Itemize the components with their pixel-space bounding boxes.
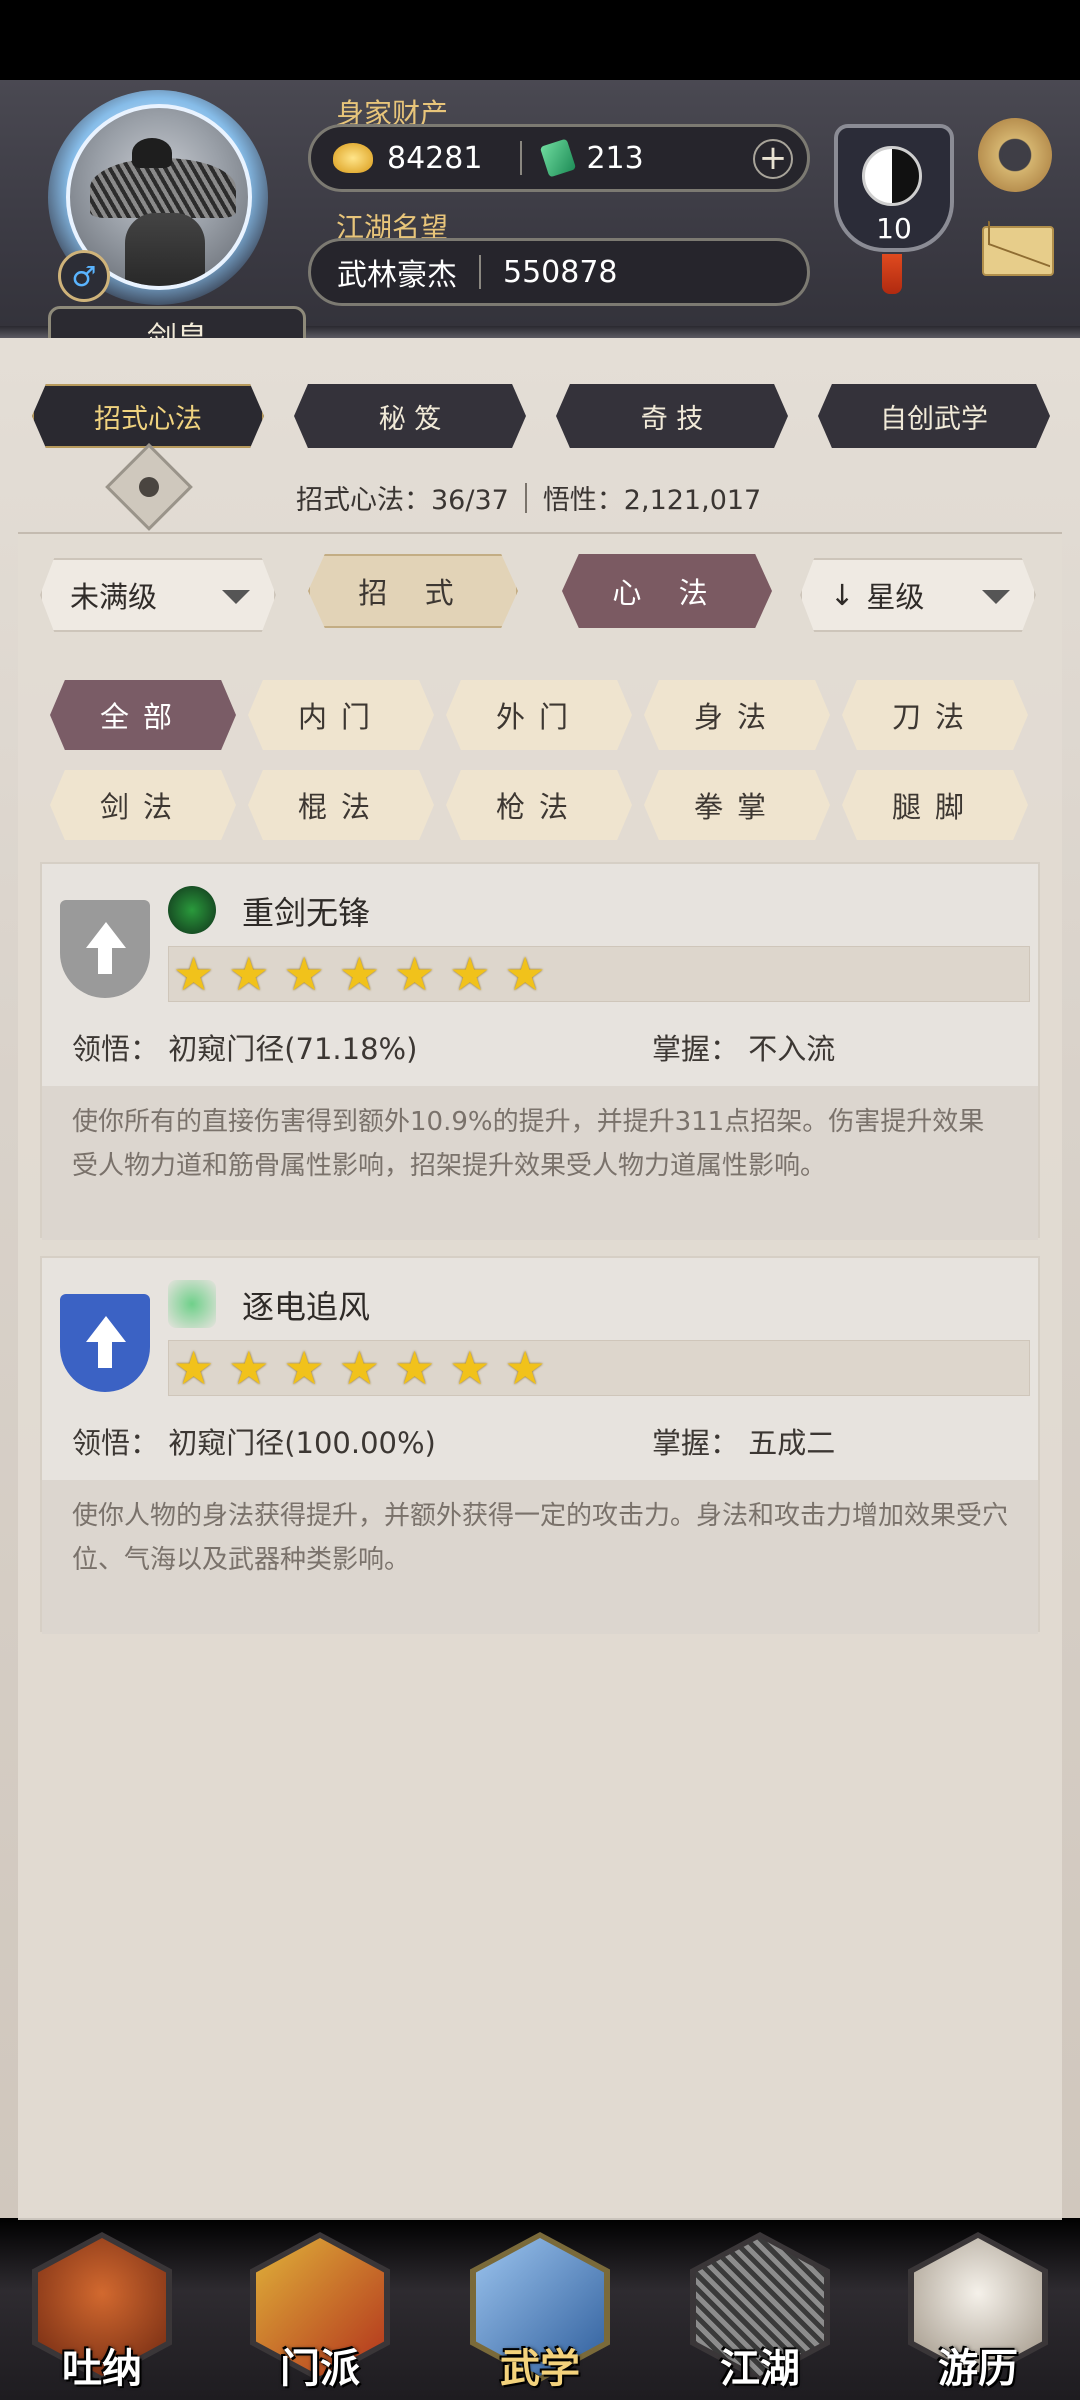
sort-value: 星级 [866, 580, 925, 614]
moves-count: 招式心法：36/37 [296, 485, 509, 516]
tab-secret-manuals[interactable]: 秘 笈 [294, 384, 526, 448]
level-filter-value: 未满级 [70, 580, 158, 614]
mastery: 掌握： 不入流 [652, 1032, 836, 1066]
jade-icon [540, 138, 577, 178]
nav-label: 吐纳 [62, 2346, 142, 2392]
divider [479, 255, 481, 289]
chip-outer[interactable]: 外门 [446, 680, 632, 750]
nav-label: 门派 [280, 2346, 360, 2392]
star-rating: ★ ★ ★ ★ ★ ★ ★ [168, 946, 1030, 1002]
chip-inner[interactable]: 内门 [248, 680, 434, 750]
yin-yang-icon [862, 146, 922, 206]
star-icon: ★ [228, 947, 270, 1001]
divider [524, 482, 527, 513]
avatar-head [132, 138, 172, 168]
sort-dropdown[interactable]: ↓ 星级 [800, 558, 1036, 632]
gold-ingot-icon [333, 143, 373, 173]
segment-methods[interactable]: 心 法 [562, 554, 772, 628]
comprehension: 领悟： 初窥门径(100.00%) [72, 1426, 436, 1460]
star-icon: ★ [394, 947, 436, 1001]
progress-summary: 招式心法：36/37 悟性：2,121,017 [296, 478, 761, 517]
heavy-sword-icon [168, 886, 216, 934]
star-icon: ★ [394, 1341, 436, 1395]
chip-blade[interactable]: 刀法 [842, 680, 1028, 750]
chevron-down-icon [222, 590, 250, 604]
level-filter-dropdown[interactable]: 未满级 [40, 558, 276, 632]
taiji-level: 10 [876, 212, 912, 245]
star-icon: ★ [228, 1341, 270, 1395]
avatar-body [125, 213, 205, 286]
tab-special-skills[interactable]: 奇 技 [556, 384, 788, 448]
nav-label: 游历 [938, 2346, 1018, 2392]
skill-card[interactable]: 逐电追风 ★ ★ ★ ★ ★ ★ ★ 领悟： 初窥门径(100.00%) 掌握：… [40, 1256, 1040, 1634]
insight-value: 悟性：2,121,017 [542, 485, 762, 516]
category-filter-chips: 全部 内门 外门 身法 刀法 剑法 棍法 枪法 拳掌 腿脚 [50, 680, 1028, 840]
male-icon: ♂ [58, 250, 110, 302]
mastery: 掌握： 五成二 [652, 1426, 836, 1460]
star-icon: ★ [504, 1341, 546, 1395]
status-bar [0, 0, 1080, 80]
nav-breathing[interactable]: 吐纳 [32, 2232, 172, 2392]
reputation-bar: 武林豪杰 550878 [308, 238, 810, 306]
chip-fist[interactable]: 拳掌 [644, 770, 830, 840]
star-icon: ★ [338, 1341, 380, 1395]
tab-self-created[interactable]: 自创武学 [818, 384, 1050, 448]
tab-moves-methods[interactable]: 招式心法 [32, 384, 264, 448]
nav-label: 江湖 [720, 2346, 800, 2392]
rank-up-badge-icon [60, 900, 150, 998]
star-icon: ★ [449, 1341, 491, 1395]
skill-name: 重剑无锋 [242, 894, 371, 932]
star-icon: ★ [173, 1341, 215, 1395]
skill-description: 使你人物的身法获得提升，并额外获得一定的攻击力。身法和攻击力增加效果受穴位、气海… [42, 1480, 1038, 1634]
reputation-value: 550878 [503, 254, 618, 290]
star-icon: ★ [338, 947, 380, 1001]
tassel-icon [882, 254, 902, 294]
nav-label: 武学 [500, 2346, 580, 2392]
comprehension: 领悟： 初窥门径(71.18%) [72, 1032, 418, 1066]
chip-leg[interactable]: 腿脚 [842, 770, 1028, 840]
star-icon: ★ [173, 947, 215, 1001]
nav-jianghu[interactable]: 江湖 [690, 2232, 830, 2392]
chip-staff[interactable]: 棍法 [248, 770, 434, 840]
taiji-level-badge[interactable]: 10 [834, 104, 954, 294]
nav-travel[interactable]: 游历 [908, 2232, 1048, 2392]
skill-name: 逐电追风 [242, 1288, 371, 1326]
chip-movement[interactable]: 身法 [644, 680, 830, 750]
chevron-down-icon [982, 590, 1010, 604]
running-boot-icon [168, 1280, 216, 1328]
star-icon: ★ [504, 947, 546, 1001]
gold-amount: 84281 [387, 140, 483, 176]
divider [520, 141, 523, 175]
star-rating: ★ ★ ★ ★ ★ ★ ★ [168, 1340, 1030, 1396]
chip-spear[interactable]: 枪法 [446, 770, 632, 840]
arrow-down-icon: ↓ [830, 578, 855, 612]
nav-sect[interactable]: 门派 [250, 2232, 390, 2392]
top-tab-bar: 招式心法 秘 笈 奇 技 自创武学 [32, 384, 1050, 448]
wealth-bar: 84281 213 + [308, 124, 810, 192]
nav-martial-arts[interactable]: 武学 [470, 2232, 610, 2392]
chip-all[interactable]: 全部 [50, 680, 236, 750]
skill-card[interactable]: 重剑无锋 ★ ★ ★ ★ ★ ★ ★ 领悟： 初窥门径(71.18%) 掌握： … [40, 862, 1040, 1240]
chip-sword[interactable]: 剑法 [50, 770, 236, 840]
star-icon: ★ [283, 947, 325, 1001]
segment-moves[interactable]: 招 式 [308, 554, 518, 628]
avatar-button[interactable]: ♂ 剑皇 [18, 90, 306, 364]
reputation-title: 武林豪杰 [337, 258, 457, 293]
add-currency-button[interactable]: + [753, 139, 793, 179]
skill-description: 使你所有的直接伤害得到额外10.9%的提升，并提升311点招架。伤害提升效果受人… [42, 1086, 1038, 1240]
star-icon: ★ [283, 1341, 325, 1395]
jade-amount: 213 [586, 140, 644, 176]
mail-envelope-icon[interactable] [982, 226, 1054, 276]
settings-gear-icon[interactable] [978, 118, 1052, 192]
rank-up-badge-icon [60, 1294, 150, 1392]
star-icon: ★ [449, 947, 491, 1001]
